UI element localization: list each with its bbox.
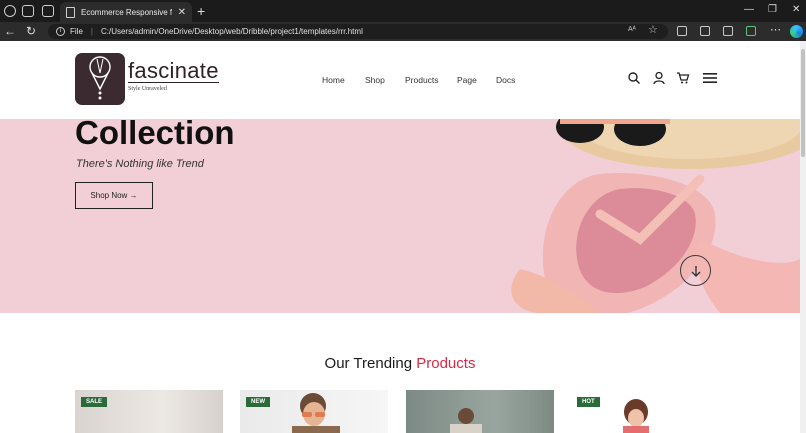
favorite-star-icon[interactable]: ☆ xyxy=(648,23,658,36)
product-badge: NEW xyxy=(246,397,270,407)
hero-title: Collection xyxy=(75,119,235,151)
nav-products[interactable]: Products xyxy=(405,75,439,85)
refresh-icon[interactable]: ↻ xyxy=(26,24,36,38)
product-image xyxy=(292,393,340,433)
product-badge: HOT xyxy=(577,397,600,407)
logo-tagline: Style Unraveled xyxy=(128,86,167,92)
tab-title: Ecommerce Responsive full websi xyxy=(81,7,172,17)
product-image xyxy=(623,399,649,433)
scrollbar-thumb[interactable] xyxy=(801,49,805,157)
restore-icon[interactable]: ❐ xyxy=(768,4,777,15)
product-card[interactable]: NEW xyxy=(240,390,388,433)
scroll-down-button[interactable] xyxy=(680,255,711,286)
section-title-accent: Products xyxy=(416,355,476,372)
read-aloud-icon[interactable]: Aᴬ xyxy=(628,26,636,33)
split-screen-icon[interactable] xyxy=(677,26,687,36)
page-icon xyxy=(66,6,75,18)
product-image xyxy=(450,408,482,433)
page-scrollbar[interactable] xyxy=(800,41,806,433)
tab-strip: Ecommerce Responsive full websi ✕ + — ❐ … xyxy=(0,0,806,22)
nav-docs[interactable]: Docs xyxy=(496,75,515,85)
nav-shop[interactable]: Shop xyxy=(365,75,385,85)
new-tab-icon[interactable]: + xyxy=(197,3,205,19)
logo-name[interactable]: fascinate xyxy=(128,60,219,83)
more-menu-icon[interactable]: ⋯ xyxy=(770,23,781,36)
info-icon[interactable]: i xyxy=(56,27,65,36)
file-label: File xyxy=(70,27,83,36)
shop-now-button[interactable]: Shop Now → xyxy=(75,182,153,209)
tab-actions-icon[interactable] xyxy=(42,5,54,17)
logo-icon[interactable] xyxy=(75,53,125,105)
nav-page[interactable]: Page xyxy=(457,75,477,85)
hero-subtitle: There's Nothing like Trend xyxy=(76,158,204,170)
extension-icon[interactable] xyxy=(746,26,756,36)
product-card[interactable]: HOT xyxy=(571,390,719,433)
close-tab-icon[interactable]: ✕ xyxy=(178,7,186,18)
nav-home[interactable]: Home xyxy=(322,75,345,85)
back-icon[interactable]: ← xyxy=(4,24,16,38)
profile-icon[interactable] xyxy=(4,5,16,17)
workspaces-icon[interactable] xyxy=(22,5,34,17)
section-title-prefix: Our Trending xyxy=(324,355,413,372)
browser-chrome: Ecommerce Responsive full websi ✕ + — ❐ … xyxy=(0,0,806,41)
product-badge: SALE xyxy=(81,397,108,407)
favorites-icon[interactable] xyxy=(700,26,710,36)
close-window-icon[interactable]: ✕ xyxy=(792,4,800,15)
active-tab[interactable]: Ecommerce Responsive full websi ✕ xyxy=(60,2,192,22)
menu-icon[interactable] xyxy=(702,71,718,85)
section-title: Our Trending Products xyxy=(0,355,800,372)
user-icon[interactable] xyxy=(652,71,666,85)
address-row: ← ↻ i File | C:/Users/admin/OneDrive/Des… xyxy=(0,22,806,41)
address-bar[interactable]: i File | C:/Users/admin/OneDrive/Desktop… xyxy=(48,24,668,39)
copilot-icon[interactable] xyxy=(790,25,803,38)
url-text[interactable]: C:/Users/admin/OneDrive/Desktop/web/Drib… xyxy=(101,27,363,36)
arrow-down-icon xyxy=(691,265,700,277)
product-card[interactable] xyxy=(406,390,554,433)
cart-icon[interactable] xyxy=(676,71,690,85)
site-header: fascinate Style Unraveled Home Shop Prod… xyxy=(0,41,800,119)
hero-banner: Collection There's Nothing like Trend Sh… xyxy=(0,119,800,313)
collections-icon[interactable] xyxy=(723,26,733,36)
product-card[interactable]: SALE xyxy=(75,390,223,433)
minimize-icon[interactable]: — xyxy=(744,4,754,15)
search-icon[interactable] xyxy=(627,71,641,85)
